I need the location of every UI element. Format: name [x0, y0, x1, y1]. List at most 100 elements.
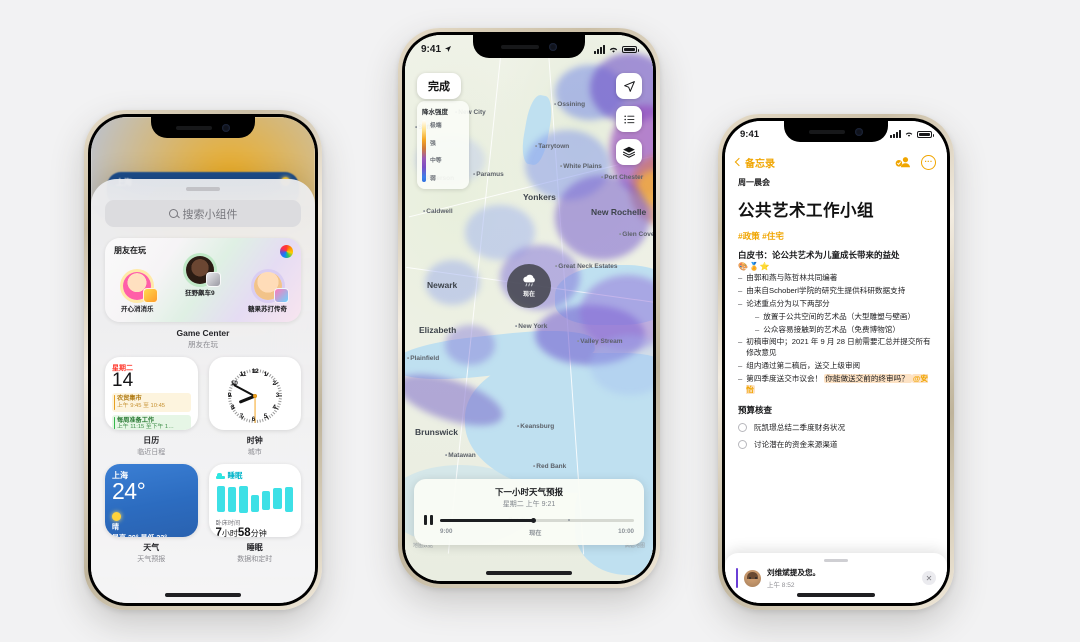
timeline-scale: 9:00 现在 10:00 [424, 528, 634, 537]
clock-widget[interactable]: 12 1 2 3 4 5 6 7 8 9 10 11 时钟 城市 [208, 357, 302, 457]
done-button[interactable]: 完成 [417, 73, 461, 99]
location-arrow-icon [445, 46, 452, 52]
add-person-icon[interactable] [895, 155, 912, 169]
avatar [185, 256, 221, 287]
widget-row-1: 星期二 14 农贸集市 上午 9:45 至 10:45 每周准备工作 上午 11… [105, 357, 301, 457]
right-phone-screen: 9:41 备忘录 ··· 周一晨会 公共艺术工作小组 #政策 #住宅 白皮书：论… [725, 121, 947, 603]
checkbox-icon[interactable] [738, 440, 747, 450]
game-icon [273, 288, 289, 303]
location-arrow-icon [623, 80, 635, 92]
front-camera [549, 42, 558, 51]
mention-grabber[interactable] [824, 559, 848, 562]
timeline-knob[interactable] [530, 517, 536, 523]
status-indicators [890, 130, 934, 138]
event-color-bar [113, 395, 116, 410]
clock-center-hub [252, 394, 257, 398]
bullet-dash: – [755, 311, 760, 321]
checklist-label: 讨论潜在的资金来源渠道 [754, 440, 838, 450]
home-indicator[interactable] [165, 593, 241, 597]
home-indicator[interactable] [486, 571, 572, 575]
sleep-tile[interactable]: 睡眠 卧床时间 7小时58分钟 [208, 464, 301, 537]
weather-widget[interactable]: 上海 24° 晴 最高 29° 最低 22° 天气 天气预报 [105, 464, 198, 564]
weather-tile[interactable]: 上海 24° 晴 最高 29° 最低 22° [105, 464, 198, 537]
layers-button[interactable] [616, 139, 642, 165]
map-label: Glen Cove [619, 231, 653, 238]
clock-tick [259, 419, 261, 423]
calendar-event[interactable]: 农贸集市 上午 9:45 至 10:45 [112, 393, 191, 412]
timeline-slider[interactable] [440, 517, 634, 523]
friend-game-label: 开心消消乐 [121, 306, 154, 313]
clock-number: 8 [230, 404, 235, 411]
legend-level: 中等 [430, 158, 442, 165]
clock-number: 10 [230, 380, 238, 387]
clock-tile[interactable]: 12 1 2 3 4 5 6 7 8 9 10 11 [208, 357, 301, 430]
clock-tick [248, 419, 250, 423]
pause-button[interactable] [424, 515, 433, 525]
friend-entry[interactable]: 糖果苏打传奇 [248, 272, 289, 313]
calendar-widget[interactable]: 星期二 14 农贸集市 上午 9:45 至 10:45 每周准备工作 上午 11… [105, 357, 198, 457]
back-label: 备忘录 [745, 158, 775, 170]
widget-row-2: 上海 24° 晴 最高 29° 最低 22° 天气 天气预报 [105, 464, 301, 564]
notes-app: 9:41 备忘录 ··· 周一晨会 公共艺术工作小组 #政策 #住宅 白皮书：论… [725, 121, 947, 603]
game-center-card[interactable]: 朋友在玩 开心消消乐 狂野飙车9 糖果苏打传奇 [105, 238, 301, 322]
note-bullet: – 放置于公共空间的艺术品（大型雕塑与壁画） [738, 312, 934, 323]
precipitation-legend: 降水强度 极端 强 中等 弱 [417, 101, 469, 189]
game-center-caption: Game Center 朋友在玩 [105, 328, 301, 350]
widget-subtitle: 数据和定时 [237, 556, 273, 563]
calendar-event[interactable]: 每周准备工作 上午 11:15 至下午 1… [112, 414, 191, 430]
clock-tick [268, 415, 271, 419]
event-color-bar [113, 416, 116, 430]
sleep-bar [273, 488, 282, 509]
clock-number: 12 [251, 368, 259, 375]
home-indicator[interactable] [797, 593, 875, 597]
friend-entry[interactable]: 狂野飙车9 [185, 256, 221, 297]
game-center-widget[interactable]: 朋友在玩 开心消消乐 狂野飙车9 糖果苏打传奇 Game Center 朋友在玩 [105, 238, 301, 350]
close-icon[interactable]: ✕ [922, 571, 936, 585]
friend-entry[interactable]: 开心消消乐 [121, 272, 159, 313]
game-center-name: Game Center [176, 328, 230, 338]
note-content[interactable]: 周一晨会 公共艺术工作小组 #政策 #住宅 白皮书：论公共艺术为儿童成长带来的益… [738, 177, 934, 603]
clock-caption: 时钟 城市 [209, 435, 302, 457]
legend-level: 弱 [430, 175, 436, 182]
checklist-item[interactable]: 阮凯璟总结二季度财务状况 [738, 422, 934, 433]
precip-blob [555, 175, 650, 260]
front-camera [221, 123, 230, 132]
note-bullet: – 论述重点分为以下两部分 [738, 299, 934, 310]
sun-icon [112, 512, 121, 521]
sleep-minutes-unit: 分钟 [250, 529, 267, 537]
checkbox-icon[interactable] [738, 423, 747, 433]
checklist-label: 阮凯璟总结二季度财务状况 [754, 423, 846, 433]
forecast-player[interactable]: 下一小时天气预报 星期二 上午 9:21 9:00 现在 10:00 [414, 479, 644, 545]
right-phone-bezel: 9:41 备忘录 ··· 周一晨会 公共艺术工作小组 #政策 #住宅 白皮书：论… [722, 118, 950, 606]
sheet-grabber[interactable] [186, 187, 220, 191]
now-badge[interactable]: 现在 [507, 264, 551, 309]
bullet-dash: – [755, 324, 760, 334]
clock-number: 1 [263, 371, 268, 379]
locate-button[interactable] [616, 73, 642, 99]
more-circle-icon[interactable]: ··· [921, 154, 936, 170]
calendar-day: 14 [112, 370, 134, 391]
back-button[interactable]: 备忘录 [734, 155, 775, 170]
sleep-bar [250, 495, 259, 512]
clock-tick [279, 398, 282, 400]
sleep-bar-chart [216, 486, 295, 514]
clock-number: 7 [239, 412, 244, 420]
sleep-widget[interactable]: 睡眠 卧床时间 7小时58分钟 睡眠 数据和定时 [208, 464, 301, 564]
bullet-prefix: 第四季度送交市议会！ [746, 373, 825, 383]
clock-tick [259, 369, 261, 373]
clock-number: 5 [263, 412, 268, 420]
list-button[interactable] [616, 106, 642, 132]
clock-number: 9 [227, 392, 232, 399]
search-icon [168, 209, 178, 218]
event-time: 上午 9:45 至 10:45 [117, 402, 166, 409]
map-label: Keansburg [517, 423, 554, 430]
clock-tick [272, 412, 276, 415]
calendar-tile[interactable]: 星期二 14 农贸集市 上午 9:45 至 10:45 每周准备工作 上午 11… [105, 357, 198, 430]
bullet-dash: – [738, 337, 743, 347]
widget-search-input[interactable]: 搜索小组件 [105, 200, 301, 227]
widget-subtitle: 天气预报 [137, 556, 166, 563]
timeline-label: 10:00 [618, 528, 634, 535]
checklist-item[interactable]: 讨论潜在的资金来源渠道 [738, 439, 934, 450]
map-label: Matawan [445, 452, 475, 459]
clock-tick [277, 387, 281, 389]
